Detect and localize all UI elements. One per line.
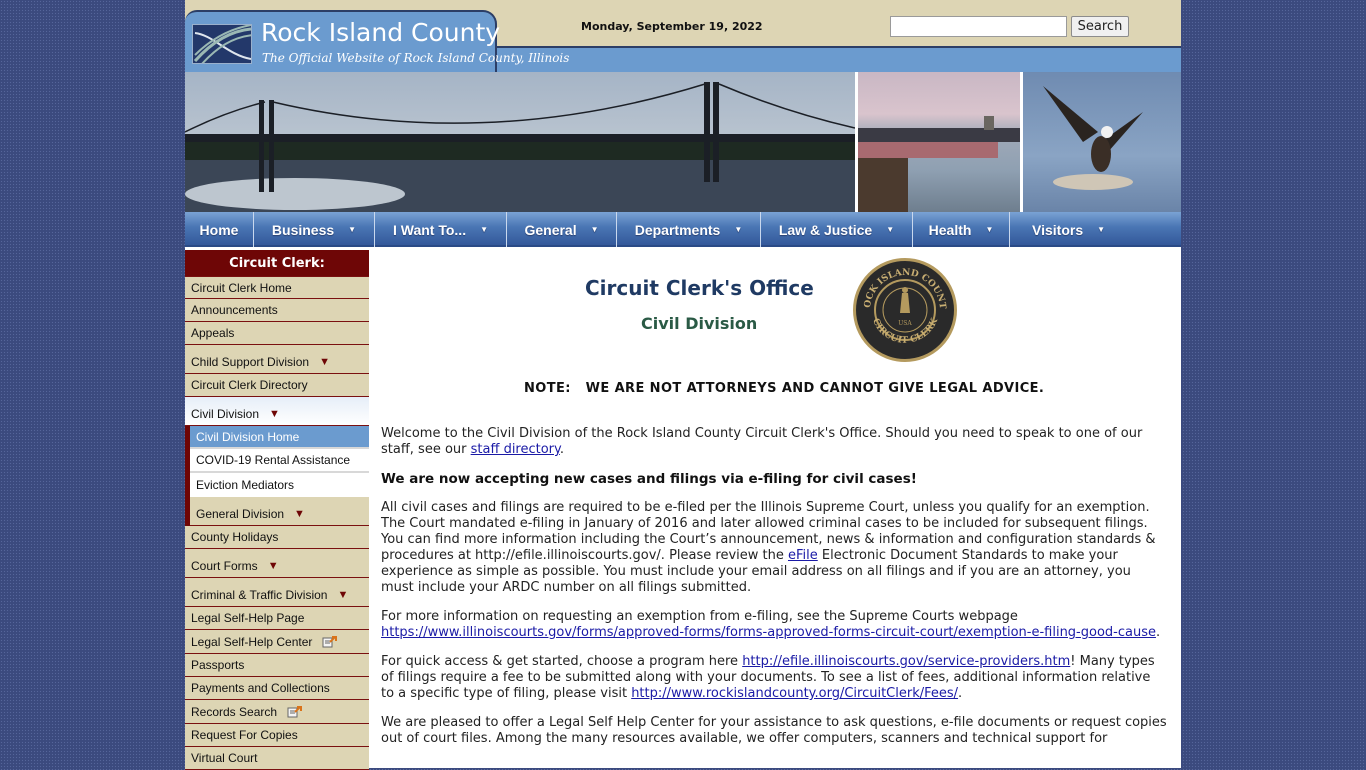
svg-text:USA: USA bbox=[898, 320, 912, 327]
sidebar-item-virtual-court[interactable]: Virtual Court bbox=[185, 747, 369, 770]
caret-down-icon[interactable]: ▼ bbox=[294, 508, 305, 520]
sidebar-subitem-general-division[interactable]: General Division ▼ bbox=[190, 497, 369, 526]
page-subtitle: Civil Division bbox=[641, 314, 758, 333]
external-link-icon bbox=[322, 635, 338, 648]
nav-visitors[interactable]: Visitors ▼ bbox=[1010, 212, 1181, 247]
staff-directory-link[interactable]: staff directory bbox=[471, 442, 560, 457]
banner bbox=[185, 72, 1181, 212]
caret-down-icon[interactable]: ▼ bbox=[269, 408, 280, 420]
quick-access-paragraph: For quick access & get started, choose a… bbox=[381, 654, 1155, 701]
nav-i-want-to[interactable]: I Want To... ▼ bbox=[375, 212, 507, 247]
sidebar-item-county-holidays[interactable]: County Holidays bbox=[185, 526, 369, 549]
nav-business[interactable]: Business ▼ bbox=[254, 212, 375, 247]
page-title: Circuit Clerk's Office bbox=[585, 276, 814, 300]
efiling-paragraph: All civil cases and filings are required… bbox=[381, 500, 1156, 595]
chevron-down-icon: ▼ bbox=[985, 225, 994, 234]
sidebar-item-records-search[interactable]: Records Search bbox=[185, 700, 369, 724]
caret-down-icon[interactable]: ▼ bbox=[319, 356, 330, 368]
sidebar-item-announcements[interactable]: Announcements bbox=[185, 299, 369, 322]
service-providers-link[interactable]: http://efile.illinoiscourts.gov/service-… bbox=[742, 654, 1070, 669]
circuit-clerk-seal-icon: USA ROCK ISLAND COUNTY CIRCUIT CLERK bbox=[852, 254, 957, 362]
bald-eagle-photo bbox=[1023, 72, 1181, 212]
nav-law-justice[interactable]: Law & Justice ▼ bbox=[761, 212, 913, 247]
bridge-photo bbox=[185, 72, 855, 212]
lock-and-dam-photo bbox=[858, 72, 1020, 212]
sidebar-item-passports[interactable]: Passports bbox=[185, 654, 369, 677]
efile-link[interactable]: eFile bbox=[788, 548, 818, 563]
exemption-paragraph: For more information on requesting an ex… bbox=[381, 609, 1161, 640]
site-tagline: The Official Website of Rock Island Coun… bbox=[262, 51, 570, 65]
chevron-down-icon: ▼ bbox=[590, 225, 599, 234]
county-logo-icon[interactable] bbox=[192, 24, 252, 64]
sidebar-item-child-support[interactable]: Child Support Division ▼ bbox=[185, 345, 369, 374]
nav-home[interactable]: Home bbox=[185, 212, 254, 247]
sidebar-item-legal-self-help-center[interactable]: Legal Self-Help Center bbox=[185, 630, 369, 654]
page: Rock Island County The Official Website … bbox=[185, 0, 1181, 770]
sidebar-heading: Circuit Clerk: bbox=[185, 250, 369, 276]
body-text: Welcome to the Civil Division of the Roc… bbox=[381, 426, 1167, 760]
current-date: Monday, September 19, 2022 bbox=[581, 20, 763, 33]
chevron-down-icon: ▼ bbox=[480, 225, 489, 234]
nav-health[interactable]: Health ▼ bbox=[913, 212, 1010, 247]
chevron-down-icon: ▼ bbox=[348, 225, 357, 234]
exemption-link[interactable]: https://www.illinoiscourts.gov/forms/app… bbox=[381, 625, 1156, 640]
nav-departments[interactable]: Departments ▼ bbox=[617, 212, 761, 247]
chevron-down-icon: ▼ bbox=[734, 225, 743, 234]
self-help-paragraph: We are pleased to offer a Legal Self Hel… bbox=[381, 715, 1167, 746]
legal-advice-note: NOTE: WE ARE NOT ATTORNEYS AND CANNOT GI… bbox=[524, 381, 1045, 396]
sidebar-subitem-eviction-mediators[interactable]: Eviction Mediators bbox=[190, 473, 369, 497]
sidebar: Circuit Clerk: Circuit Clerk Home Announ… bbox=[185, 250, 369, 770]
sidebar-item-directory[interactable]: Circuit Clerk Directory bbox=[185, 374, 369, 397]
sidebar-item-civil-division[interactable]: Civil Division ▼ bbox=[185, 397, 369, 426]
external-link-icon bbox=[287, 705, 303, 718]
welcome-paragraph: Welcome to the Civil Division of the Roc… bbox=[381, 426, 1143, 457]
efiling-announcement: We are now accepting new cases and filin… bbox=[381, 471, 917, 487]
chevron-down-icon: ▼ bbox=[886, 225, 895, 234]
caret-down-icon[interactable]: ▼ bbox=[268, 560, 279, 572]
search-button[interactable]: Search bbox=[1071, 16, 1129, 37]
caret-down-icon[interactable]: ▼ bbox=[337, 589, 348, 601]
site-title[interactable]: Rock Island County bbox=[261, 18, 500, 47]
sidebar-item-court-forms[interactable]: Court Forms ▼ bbox=[185, 549, 369, 578]
sidebar-item-legal-self-help-page[interactable]: Legal Self-Help Page bbox=[185, 607, 369, 630]
sidebar-subitem-covid-rental[interactable]: COVID-19 Rental Assistance bbox=[190, 449, 369, 473]
chevron-down-icon: ▼ bbox=[1097, 225, 1106, 234]
fees-link[interactable]: http://www.rockislandcounty.org/CircuitC… bbox=[631, 686, 958, 701]
civil-division-submenu: Civil Division Home COVID-19 Rental Assi… bbox=[185, 426, 369, 526]
sidebar-item-circuit-clerk-home[interactable]: Circuit Clerk Home bbox=[185, 276, 369, 299]
nav-general[interactable]: General ▼ bbox=[507, 212, 617, 247]
sidebar-item-criminal-traffic[interactable]: Criminal & Traffic Division ▼ bbox=[185, 578, 369, 607]
sidebar-subitem-civil-home[interactable]: Civil Division Home bbox=[190, 426, 369, 449]
search-input[interactable] bbox=[890, 16, 1067, 37]
sidebar-item-request-copies[interactable]: Request For Copies bbox=[185, 724, 369, 747]
sidebar-item-appeals[interactable]: Appeals bbox=[185, 322, 369, 345]
main-nav: Home Business ▼ I Want To... ▼ General ▼ De… bbox=[185, 212, 1181, 247]
site-header: Rock Island County The Official Website … bbox=[185, 0, 1181, 72]
sidebar-item-payments[interactable]: Payments and Collections bbox=[185, 677, 369, 700]
